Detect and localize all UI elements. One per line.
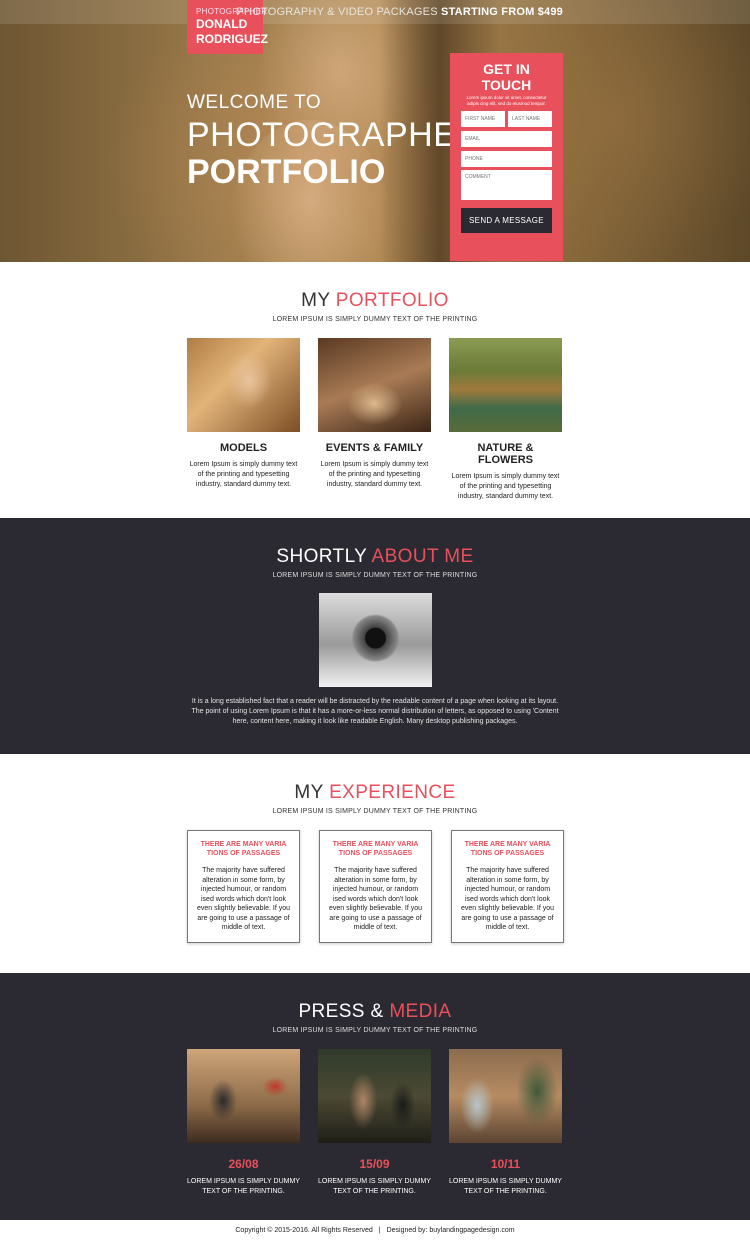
email-field[interactable] [461,131,552,147]
about-paragraph: It is a long established fact that a rea… [191,698,559,725]
experience-section: MY EXPERIENCE LOREM IPSUM IS SIMPLY DUMM… [0,754,750,973]
press-card: 15/09 LOREM IPSUM IS SIMPLY DUMMY TEXT O… [318,1049,431,1197]
send-message-button[interactable]: SEND A MESSAGE [461,208,552,233]
portfolio-card-text: Lorem Ipsum is simply dummy text of the … [320,461,429,488]
experience-title: MY EXPERIENCE [0,782,750,804]
portfolio-title: MY PORTFOLIO [0,290,750,312]
footer: Copyright © 2015-2016. All Rights Reserv… [0,1220,750,1243]
experience-card-text: The majority have suffered alteration in… [329,867,422,931]
press-date: 15/09 [359,1157,390,1171]
portfolio-title-plain: MY [301,290,331,311]
about-title: SHORTLY ABOUT ME [0,546,750,568]
brand-name-line1: DONALD [196,17,248,31]
press-section: PRESS & MEDIA LOREM IPSUM IS SIMPLY DUMM… [0,973,750,1220]
experience-title-accent: EXPERIENCE [329,782,456,803]
experience-card-title: THERE ARE MANY VARIA TIONS OF PASSAGES [332,841,419,857]
footer-copyright: Copyright © 2015-2016. All Rights Reserv… [235,1227,373,1234]
press-image[interactable] [187,1049,300,1143]
contact-form: GET IN TOUCH Lorem ipsum dolor sit amet,… [450,53,563,261]
portfolio-card-title: NATURE & FLOWERS [477,442,534,466]
phone-field[interactable] [461,151,552,167]
experience-card: THERE ARE MANY VARIA TIONS OF PASSAGES T… [187,830,300,943]
portfolio-card-events: EVENTS & FAMILY Lorem Ipsum is simply du… [318,338,431,502]
experience-card: THERE ARE MANY VARIA TIONS OF PASSAGES T… [319,830,432,943]
portfolio-image-models[interactable] [187,338,300,432]
press-text: LOREM IPSUM IS SIMPLY DUMMY TEXT OF THE … [187,1178,300,1195]
experience-card: THERE ARE MANY VARIA TIONS OF PASSAGES T… [451,830,564,943]
hero-section: PHOTOGRAPHER DONALD RODRIGUEZ PHOTOGRAPH… [0,0,750,262]
portfolio-section: MY PORTFOLIO LOREM IPSUM IS SIMPLY DUMMY… [0,262,750,518]
footer-designed-by-link[interactable]: Designed by: buylandingpagedesign.com [387,1227,515,1234]
portfolio-subtitle: LOREM IPSUM IS SIMPLY DUMMY TEXT OF THE … [272,316,478,323]
first-name-field[interactable] [461,111,505,127]
form-subtitle: Lorem ipsum dolor sit amet, consectetur … [466,95,547,106]
press-text: LOREM IPSUM IS SIMPLY DUMMY TEXT OF THE … [449,1178,562,1195]
brand-name-line2: RODRIGUEZ [196,32,268,46]
portfolio-card-title: EVENTS & FAMILY [325,442,424,454]
press-card: 10/11 LOREM IPSUM IS SIMPLY DUMMY TEXT O… [449,1049,562,1197]
experience-card-title: THERE ARE MANY VARIA TIONS OF PASSAGES [200,841,287,857]
press-date: 10/11 [490,1157,521,1171]
press-title-accent: MEDIA [389,1001,452,1022]
press-image[interactable] [318,1049,431,1143]
about-section: SHORTLY ABOUT ME LOREM IPSUM IS SIMPLY D… [0,518,750,754]
name-row [461,111,552,127]
portfolio-card-models: MODELS Lorem Ipsum is simply dummy text … [187,338,300,502]
about-title-plain: SHORTLY [276,546,367,567]
press-image[interactable] [449,1049,562,1143]
press-subtitle: LOREM IPSUM IS SIMPLY DUMMY TEXT OF THE … [272,1027,478,1034]
experience-card-text: The majority have suffered alteration in… [461,867,554,931]
experience-card-text: The majority have suffered alteration in… [197,867,290,931]
portfolio-card-text: Lorem Ipsum is simply dummy text of the … [189,461,298,488]
portfolio-card-text: Lorem Ipsum is simply dummy text of the … [451,473,560,500]
press-date: 26/08 [228,1157,259,1171]
portfolio-card-title: MODELS [219,442,268,454]
footer-separator: | [378,1227,381,1234]
packages-banner: PHOTOGRAPHY & VIDEO PACKAGES STARTING FR… [237,6,563,18]
portfolio-cards: MODELS Lorem Ipsum is simply dummy text … [187,338,750,502]
form-title: GET IN TOUCH [481,61,532,93]
about-subtitle: LOREM IPSUM IS SIMPLY DUMMY TEXT OF THE … [272,572,478,579]
experience-cards: THERE ARE MANY VARIA TIONS OF PASSAGES T… [187,830,750,943]
portfolio-title-accent: PORTFOLIO [335,290,449,311]
experience-title-plain: MY [294,782,324,803]
press-title: PRESS & MEDIA [0,1001,750,1023]
press-text: LOREM IPSUM IS SIMPLY DUMMY TEXT OF THE … [318,1178,431,1195]
about-title-accent: ABOUT ME [371,546,474,567]
portfolio-image-events[interactable] [318,338,431,432]
portfolio-image-nature[interactable] [449,338,562,432]
packages-price: STARTING FROM $499 [441,6,563,18]
comment-field[interactable] [461,170,552,200]
press-card: 26/08 LOREM IPSUM IS SIMPLY DUMMY TEXT O… [187,1049,300,1197]
experience-subtitle: LOREM IPSUM IS SIMPLY DUMMY TEXT OF THE … [272,808,478,815]
experience-card-title: THERE ARE MANY VARIA TIONS OF PASSAGES [464,841,551,857]
last-name-field[interactable] [508,111,552,127]
packages-text: PHOTOGRAPHY & VIDEO PACKAGES [236,6,438,18]
portfolio-card-nature: NATURE & FLOWERS Lorem Ipsum is simply d… [449,338,562,502]
press-title-plain: PRESS & [298,1001,384,1022]
about-photo [318,593,432,687]
press-cards: 26/08 LOREM IPSUM IS SIMPLY DUMMY TEXT O… [187,1049,750,1197]
